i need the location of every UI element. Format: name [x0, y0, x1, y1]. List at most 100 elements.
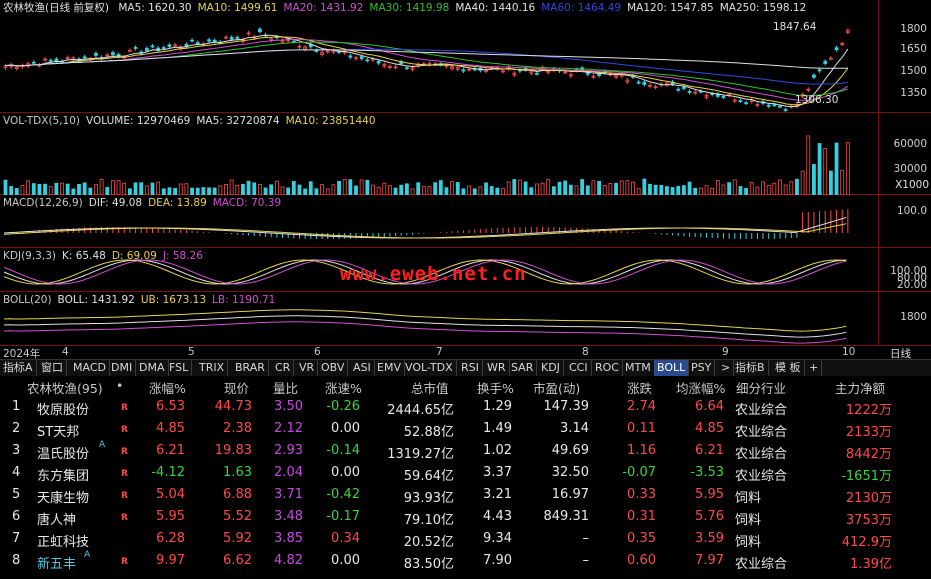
- cell-cap: 2444.65亿: [387, 403, 454, 418]
- tab-SAR[interactable]: SAR: [508, 360, 538, 376]
- volume-bar: [337, 180, 341, 195]
- tab-窗口[interactable]: 窗口: [38, 360, 67, 376]
- table-row[interactable]: 6 唐人神 R 5.95 5.52 3.48 -0.17 79.10亿 4.43 849.31 0.…: [0, 506, 931, 528]
- cell-chg: 5.95: [156, 509, 185, 524]
- cell-no: 5: [12, 487, 21, 502]
- tab-+[interactable]: +: [806, 360, 823, 376]
- tab-BOLL[interactable]: BOLL: [654, 360, 690, 376]
- tab-DMA[interactable]: DMA: [136, 360, 169, 376]
- volume-axis: 60000 30000 X1000: [878, 113, 931, 194]
- col-price[interactable]: 现价: [224, 378, 249, 397]
- cell-diff: 0.33: [627, 487, 656, 502]
- col-sector[interactable]: 农林牧渔(95): [27, 378, 103, 397]
- volume-bar: [698, 187, 703, 195]
- price-candles: [3, 27, 850, 113]
- tab-RSI[interactable]: RSI: [458, 360, 483, 376]
- candle-body: [207, 39, 211, 42]
- cell-vr: 4.82: [274, 553, 303, 568]
- table-row[interactable]: 1 牧原股份 R 6.53 44.73 3.50 -0.26 2444.65亿 1.29 147.…: [0, 396, 931, 418]
- table-row[interactable]: 3 温氏股份 A R 6.21 19.83 2.93 -0.14 1319.27亿 1.02 49.…: [0, 440, 931, 462]
- tab-TRIX[interactable]: TRIX: [196, 360, 229, 376]
- boll-pane[interactable]: BOLL(20) BOLL: 1431.92 UB: 1673.13 LB: 1190…: [0, 292, 931, 346]
- volume-bar: [806, 135, 811, 195]
- tab-ASI[interactable]: ASI: [350, 360, 375, 376]
- cell-avg: 4.85: [695, 421, 724, 436]
- macd-pane[interactable]: MACD(12,26,9) DIF: 49.08 DEA: 13.89 MACD: 7…: [0, 195, 931, 248]
- tab-OBV[interactable]: OBV: [318, 360, 349, 376]
- tab-VOL-TDX[interactable]: VOL-TDX: [402, 360, 457, 376]
- date-label: 10: [842, 346, 856, 358]
- tab-FSL[interactable]: FSL: [166, 360, 193, 376]
- cell-r: R: [121, 513, 128, 523]
- price-tick: 1800: [900, 23, 927, 35]
- tab-PSY[interactable]: PSY: [688, 360, 716, 376]
- tab-KDJ[interactable]: KDJ: [538, 360, 564, 376]
- col-diff[interactable]: 涨跌: [627, 378, 652, 397]
- cell-cap: 52.88亿: [403, 425, 454, 440]
- col-volume-ratio[interactable]: 量比: [273, 378, 298, 397]
- volume-bar: [710, 187, 715, 195]
- volume-bar: [495, 187, 500, 195]
- col-change-pct[interactable]: 涨幅%: [149, 378, 186, 397]
- cell-speed: -0.17: [326, 509, 360, 524]
- volume-bar: [20, 185, 25, 195]
- volume-bar: [828, 170, 833, 195]
- table-row[interactable]: 5 天康生物 R 5.04 6.88 3.71 -0.42 93.93亿 3.21 16.97 0.…: [0, 484, 931, 506]
- tab-ROC[interactable]: ROC: [592, 360, 623, 376]
- tab-CCI[interactable]: CCI: [566, 360, 592, 376]
- cell-price: 1.63: [223, 465, 252, 480]
- cell-name: 温氏股份: [37, 447, 90, 462]
- macd-axis: 100.0: [878, 195, 931, 247]
- col-avg-change[interactable]: 均涨幅%: [676, 378, 725, 397]
- period-label[interactable]: 日线: [890, 346, 911, 361]
- cell-diff: 0.11: [627, 421, 656, 436]
- candle-body: [682, 86, 686, 89]
- tab-指标A[interactable]: 指标A: [0, 360, 37, 376]
- table-row[interactable]: 2 ST天邦 R 4.85 2.38 2.12 0.00 52.88亿 1.49 3.14 0.11…: [0, 418, 931, 440]
- tab-VR[interactable]: VR: [296, 360, 319, 376]
- cell-vr: 3.50: [274, 399, 303, 414]
- volume-pane[interactable]: VOL-TDX(5,10) VOLUME: 12970469 MA5: 327208…: [0, 113, 931, 195]
- price-axis: 1800 1650 1500 1350: [878, 0, 931, 112]
- volume-bar: [614, 182, 618, 195]
- col-industry[interactable]: 细分行业: [736, 378, 786, 397]
- cell-diff: 0.35: [627, 531, 656, 546]
- volume-bar: [523, 181, 528, 195]
- cell-avg: 6.64: [695, 399, 724, 414]
- cell-price: 19.83: [214, 443, 252, 458]
- col-pe[interactable]: 市盈(动): [533, 378, 580, 397]
- cell-price: 6.88: [223, 487, 252, 502]
- col-speed[interactable]: 涨速%: [325, 378, 362, 397]
- cell-no: 7: [12, 531, 21, 546]
- tab-模 板[interactable]: 模 板: [772, 360, 805, 376]
- col-market-cap[interactable]: 总市值: [411, 378, 449, 397]
- tab-WR[interactable]: WR: [484, 360, 510, 376]
- cell-name: 正虹科技: [37, 535, 90, 550]
- watermark-text: www.eweb.net.cn: [340, 263, 527, 285]
- volume-bar: [37, 183, 42, 195]
- cell-turn: 7.90: [483, 553, 512, 568]
- cell-cap: 59.64亿: [403, 469, 454, 484]
- table-row[interactable]: 8 新五丰 A R 9.97 6.62 4.82 0.00 83.50亿 7.90 – 0.60 7.9…: [0, 550, 931, 572]
- tab-指标B[interactable]: 指标B: [732, 360, 769, 376]
- price-chart-pane[interactable]: 农林牧渔(日线 前复权) MA5: 1620.30 MA10: 1499.61 MA…: [0, 0, 931, 113]
- table-row[interactable]: 7 正虹科技 6.28 5.92 3.85 0.34 20.52亿 9.34 – 0.35 3.59…: [0, 528, 931, 550]
- volume-bar: [416, 182, 421, 195]
- cell-name: 东方集团: [37, 469, 90, 484]
- tab-EMV[interactable]: EMV: [374, 360, 405, 376]
- tab-BRAR[interactable]: BRAR: [232, 360, 269, 376]
- volume-bar: [207, 187, 211, 195]
- table-row[interactable]: 4 东方集团 R -4.12 1.63 2.04 0.00 59.64亿 3.37 32.50 -0…: [0, 462, 931, 484]
- col-main-net[interactable]: 主力净额: [835, 378, 885, 397]
- volume-bar: [26, 180, 31, 195]
- cell-mark: A: [99, 440, 106, 450]
- boll-tick: 1800: [900, 311, 927, 323]
- col-turnover[interactable]: 换手%: [477, 378, 514, 397]
- cell-speed: 0.00: [331, 465, 360, 480]
- tab-DMI[interactable]: DMI: [108, 360, 137, 376]
- date-label: 2024年: [3, 348, 41, 360]
- candle-body: [82, 56, 87, 59]
- tab-CR[interactable]: CR: [272, 360, 295, 376]
- tab-MTM[interactable]: MTM: [622, 360, 655, 376]
- tab-MACD[interactable]: MACD: [70, 360, 110, 376]
